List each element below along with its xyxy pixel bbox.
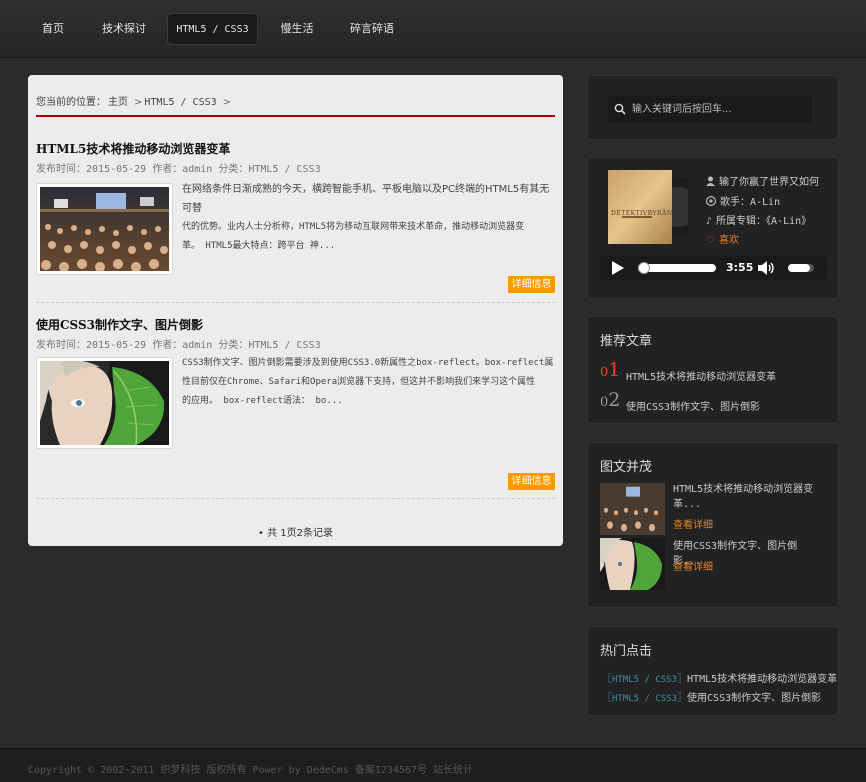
article-excerpt: CSS3制作文字、图片倒影需要涉及到使用CSS3.0新属性之box-reflec… — [182, 354, 555, 411]
article-thumbnail[interactable] — [36, 183, 173, 275]
hot-bracket: 〗 — [677, 693, 688, 704]
nav-home[interactable]: 首页 — [34, 13, 72, 45]
detail-button[interactable]: 详细信息 — [508, 276, 555, 293]
recommend-title: 推荐文章 — [600, 334, 653, 349]
heart-icon: ♡ — [706, 235, 715, 246]
top-nav: 首页 技术探讨 HTML5 / CSS3 慢生活 碎言碎语 — [0, 0, 866, 58]
disc-icon — [705, 195, 717, 207]
pictext-more-link[interactable]: 查看详细 — [673, 516, 713, 531]
like-label: 喜欢 — [718, 235, 739, 246]
breadcrumb-prefix: 您当前的位置： — [36, 97, 106, 108]
search-field — [608, 96, 812, 122]
article-item: HTML5技术将推动移动浏览器变革 发布时间：2015-05-29 作者：adm… — [36, 137, 555, 297]
music-player: DETEKTIVBYRÅN 输了你赢了世界又如何 歌手：A-Lin ♪ 所属专辑：… — [587, 157, 839, 299]
title-divider — [36, 115, 555, 117]
pagination: • 共 1页2条记录 — [258, 528, 333, 539]
rec-item-link[interactable]: 使用CSS3制作文字、图片倒影 — [626, 398, 760, 413]
article-title[interactable]: 使用CSS3制作文字、图片倒影 — [36, 316, 203, 333]
hot-bracket: 〖 — [602, 674, 612, 685]
song-title: 输了你赢了世界又如何 — [719, 177, 819, 188]
hot-category[interactable]: HTML5 / CSS3 — [612, 675, 677, 685]
hot-item-text[interactable]: 使用CSS3制作文字、图片倒影 — [687, 693, 821, 704]
hot-title: 热门点击 — [600, 644, 653, 659]
copyright: Copyright © 2002-2011 织梦科技 版权所有 Power by… — [28, 765, 474, 776]
nav-slow-life[interactable]: 慢生活 — [275, 13, 319, 45]
article-item: 使用CSS3制作文字、图片倒影 发布时间：2015-05-29 作者：admin… — [36, 315, 555, 495]
hot-bracket: 〖 — [602, 693, 612, 704]
pictext-box: 图文并茂 HTML5技术将推动移动浏览器变革... 查看详细 使用CSS3制作文… — [587, 442, 839, 608]
hot-item[interactable]: 〖HTML5 / CSS3〗HTML5技术将推动移动浏览器变革 — [602, 670, 837, 685]
singer-name: 歌手：A-Lin — [720, 197, 781, 208]
excerpt-line: 代的优势。业内人士分析称，HTML5将为移动互联网带来技术革命，推动移动浏览器变 — [182, 222, 525, 232]
user-icon — [706, 176, 715, 186]
article-thumbnail[interactable] — [36, 357, 173, 449]
pictext-title: 图文并茂 — [600, 460, 653, 475]
music-note-icon: ♪ — [706, 216, 713, 227]
search-icon — [614, 103, 626, 115]
detail-button[interactable]: 详细信息 — [508, 473, 555, 490]
album-row: ♪ 所属专辑：《A-Lin》 — [706, 212, 811, 227]
breadcrumb: 您当前的位置： 主页 > HTML5 / CSS3 > — [36, 93, 233, 108]
rec-item-link[interactable]: HTML5技术将推动移动浏览器变革 — [626, 368, 776, 383]
article-list-panel: 您当前的位置： 主页 > HTML5 / CSS3 > HTML5技术将推动移动浏览器变… — [28, 75, 563, 546]
pictext-thumbnail[interactable] — [600, 483, 665, 535]
pictext-thumbnail[interactable] — [600, 538, 665, 590]
hot-item[interactable]: 〖HTML5 / CSS3〗使用CSS3制作文字、图片倒影 — [602, 689, 821, 704]
excerpt-line: 的应用。 box-reflect语法： bo... — [182, 396, 343, 406]
hot-category[interactable]: HTML5 / CSS3 — [612, 694, 677, 704]
excerpt-line: 在网络条件日渐成熟的今天，横跨智能手机、平板电脑以及PC终端的HTML5有其无可… — [182, 184, 550, 214]
article-divider — [36, 302, 555, 303]
article-meta: 发布时间：2015-05-29 作者：admin 分类：HTML5 / CSS3 — [36, 164, 321, 175]
conference-image — [40, 187, 169, 271]
article-meta: 发布时间：2015-05-29 作者：admin 分类：HTML5 / CSS3 — [36, 340, 321, 351]
breadcrumb-current[interactable]: HTML5 / CSS3 — [144, 97, 216, 108]
progress-knob[interactable] — [638, 262, 651, 274]
article-title[interactable]: HTML5技术将推动移动浏览器变革 — [36, 140, 230, 157]
recommend-box: 推荐文章 01 HTML5技术将推动移动浏览器变革 02 使用CSS3制作文字、… — [587, 316, 839, 424]
rec-number: 02 — [600, 389, 621, 411]
hot-box: 热门点击 〖HTML5 / CSS3〗HTML5技术将推动移动浏览器变革 〖HT… — [587, 626, 839, 716]
album-name: 所属专辑：《A-Lin》 — [716, 216, 812, 227]
like-row[interactable]: ♡ 喜欢 — [706, 231, 739, 246]
progress-track[interactable] — [638, 262, 716, 274]
pictext-more-link[interactable]: 查看详细 — [673, 558, 713, 573]
hot-bracket: 〗 — [677, 674, 688, 685]
pictext-item-title[interactable]: HTML5技术将推动移动浏览器变革... — [673, 482, 823, 512]
album-cover-text: DETEKTIVBYRÅN — [611, 210, 673, 217]
nav-talk[interactable]: 碎言碎语 — [345, 13, 399, 45]
search-input[interactable] — [632, 96, 808, 122]
audio-controls: 3:55 — [600, 256, 826, 280]
rec-number: 01 — [600, 359, 621, 381]
volume-fill — [788, 264, 811, 272]
excerpt-line: 革。 HTML5最大特点：跨平台 神... — [182, 241, 336, 251]
hot-item-text[interactable]: HTML5技术将推动移动浏览器变革 — [687, 674, 837, 685]
face-leaf-image — [40, 361, 169, 445]
excerpt-line: CSS3制作文字、图片倒影需要涉及到使用CSS3.0新属性之box-reflec… — [182, 358, 554, 368]
article-excerpt: 在网络条件日渐成熟的今天，横跨智能手机、平板电脑以及PC终端的HTML5有其无可… — [182, 180, 555, 256]
breadcrumb-separator: > — [222, 97, 232, 108]
footer: Copyright © 2002-2011 织梦科技 版权所有 Power by… — [0, 748, 866, 782]
volume-icon[interactable] — [758, 261, 776, 275]
nav-tech[interactable]: 技术探讨 — [96, 13, 152, 45]
search-box — [587, 75, 839, 140]
album-cover: DETEKTIVBYRÅN — [608, 170, 708, 244]
breadcrumb-home[interactable]: 主页 — [108, 97, 128, 108]
nav-html5-css3[interactable]: HTML5 / CSS3 — [167, 13, 258, 45]
singer-row: 歌手：A-Lin — [705, 193, 781, 208]
article-divider — [36, 498, 555, 499]
volume-track[interactable] — [788, 264, 814, 272]
play-icon[interactable] — [612, 261, 624, 275]
duration-label: 3:55 — [726, 261, 754, 274]
breadcrumb-separator: > — [134, 97, 143, 108]
excerpt-line: 性目前仅在Chrome、Safari和Opera浏览器下支持，但这并不影响我们来… — [182, 377, 536, 387]
song-title-row: 输了你赢了世界又如何 — [706, 173, 819, 188]
